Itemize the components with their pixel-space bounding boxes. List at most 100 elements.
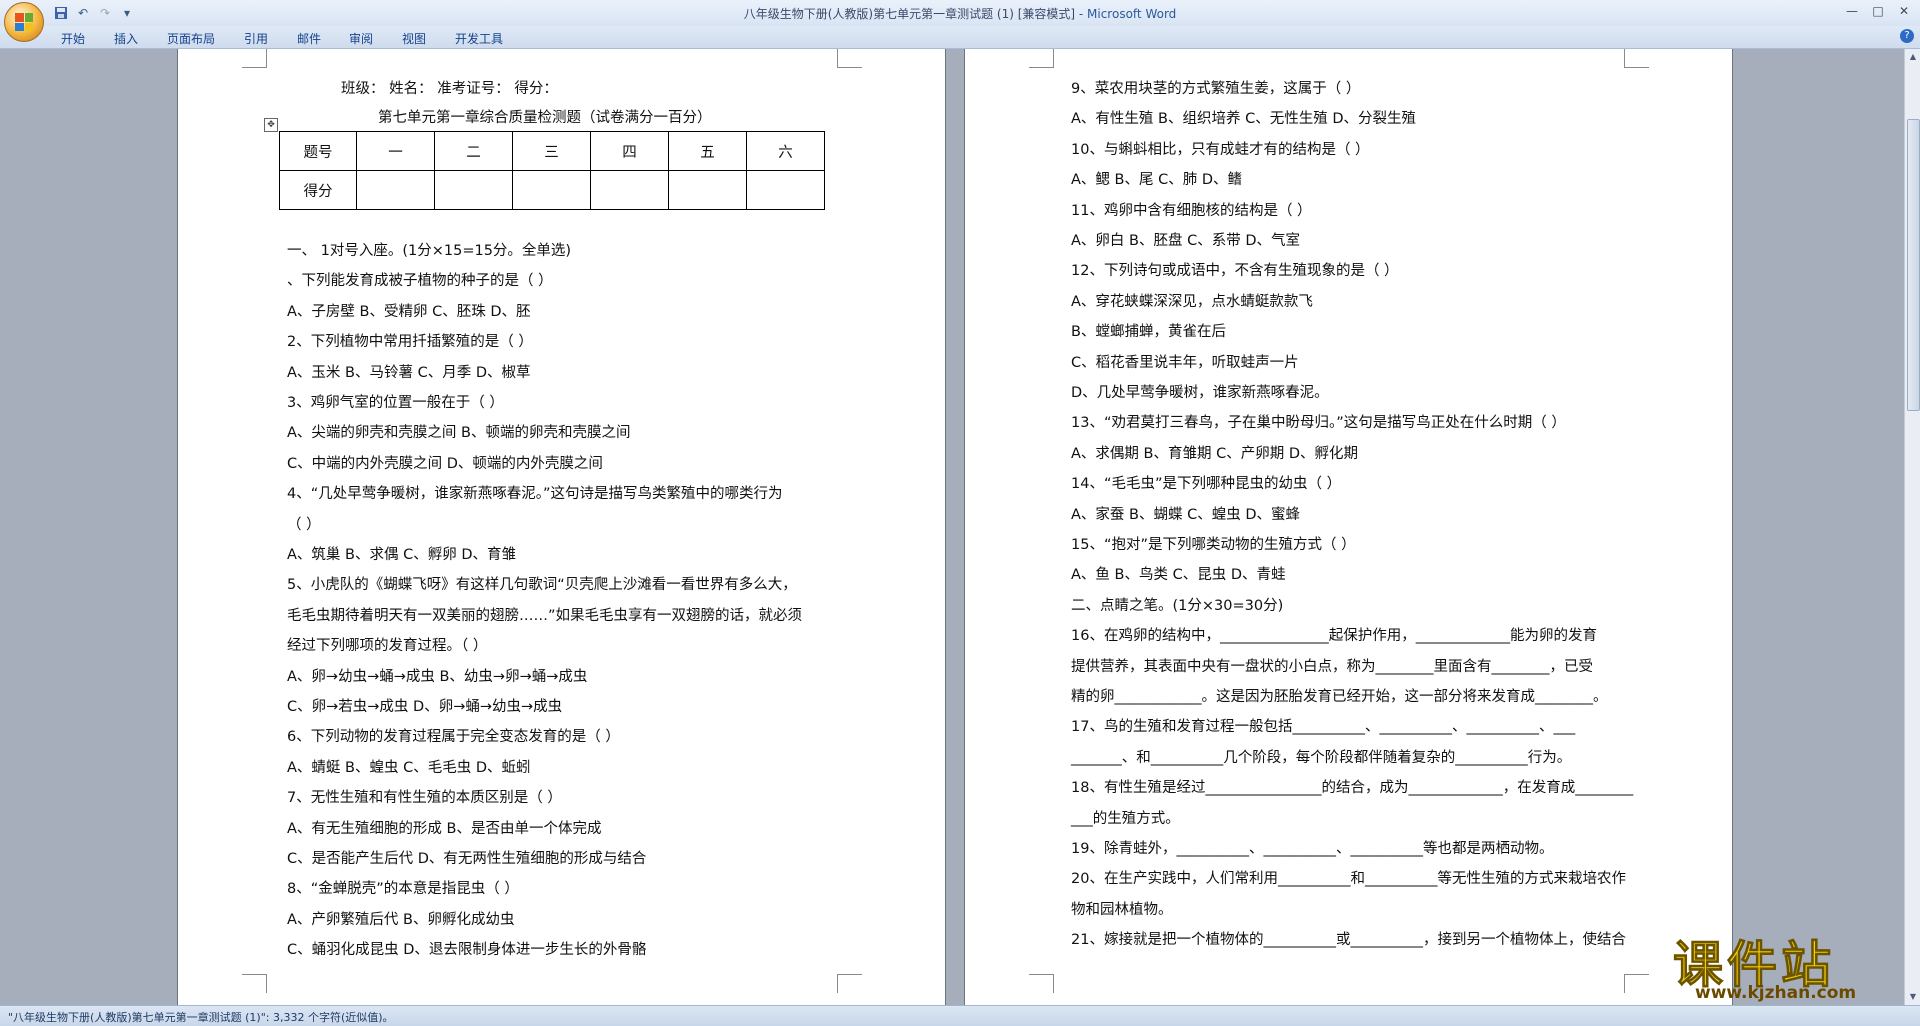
text-line: A、玉米 B、马铃薯 C、月季 D、椒草 — [287, 364, 531, 381]
text-line: _______、和__________几个阶段，每个阶段都伴随着复杂的_____… — [1071, 749, 1572, 766]
text-line: B、螳螂捕蝉，黄雀在后 — [1071, 324, 1226, 341]
table-cell[interactable] — [746, 170, 825, 210]
minimize-button[interactable]: — — [1840, 2, 1864, 20]
scrollbar-thumb[interactable] — [1907, 119, 1920, 411]
text-line: 毛毛虫期待着明天有一双美丽的翅膀……”如果毛毛虫享有一双翅膀的话，就必须 — [287, 607, 803, 624]
table-cell[interactable]: 六 — [746, 131, 825, 171]
scroll-up-icon[interactable]: ▲ — [1907, 51, 1919, 63]
text-line: A、子房壁 B、受精卵 C、胚珠 D、胚 — [287, 303, 531, 320]
quick-access-toolbar: ↶ ↷ ▾ — [52, 4, 136, 22]
text-line: 12、下列诗句或成语中，不含有生殖现象的是（ ） — [1071, 263, 1399, 280]
text-line: C、蛹羽化成昆虫 D、退去限制身体进一步生长的外骨骼 — [287, 942, 647, 959]
text-line: C、稻花香里说丰年，听取蛙声一片 — [1071, 354, 1299, 371]
tab-references[interactable]: 引用 — [244, 30, 268, 47]
tab-insert[interactable]: 插入 — [114, 30, 138, 47]
tab-page-layout[interactable]: 页面布局 — [167, 30, 215, 47]
table-cell[interactable] — [356, 170, 435, 210]
help-icon[interactable]: ? — [1900, 29, 1914, 43]
text-line: 10、与蝌蚪相比，只有成蛙才有的结构是（ ） — [1071, 141, 1370, 158]
status-bar: "八年级生物下册(人教版)第七单元第一章测试题 (1)": 3,332 个字符(… — [0, 1005, 1920, 1026]
text-line: 6、下列动物的发育过程属于完全变态发育的是（ ） — [287, 729, 620, 746]
window-title: 八年级生物下册(人教版)第七单元第一章测试题 (1) [兼容模式] - Micr… — [743, 7, 1177, 21]
text-line: 14、“毛毛虫”是下列哪种昆虫的幼虫（ ） — [1071, 476, 1342, 493]
header-line: 班级： 姓名： 准考证号： 得分： — [341, 81, 558, 97]
undo-icon[interactable]: ↶ — [74, 4, 92, 22]
table-move-handle-icon[interactable]: ✥ — [264, 118, 278, 132]
text-line: 物和园林植物。 — [1071, 901, 1173, 918]
text-line: 8、“金蝉脱壳”的本意是指昆虫（ ） — [287, 881, 519, 898]
text-line: A、鱼 B、鸟类 C、昆虫 D、青蛙 — [1071, 567, 1286, 584]
text-line: 3、鸡卵气室的位置一般在于（ ） — [287, 395, 504, 411]
maximize-button[interactable]: □ — [1866, 2, 1890, 20]
text-line: 13、“劝君莫打三春鸟，子在巢中盼母归。”这句是描写鸟正处在什么时期（ ） — [1071, 415, 1566, 432]
text-line: A、求偶期 B、育雏期 C、产卵期 D、孵化期 — [1071, 445, 1358, 462]
crop-mark — [1624, 49, 1649, 68]
text-line: 7、无性生殖和有性生殖的本质区别是（ ） — [287, 790, 562, 807]
table-cell[interactable]: 三 — [512, 131, 591, 171]
crop-mark — [1029, 974, 1054, 993]
text-line: 、下列能发育成被子植物的种子的是（ ） — [287, 273, 553, 290]
text-line: A、穿花蛱蝶深深见，点水蜻蜓款款飞 — [1071, 293, 1313, 310]
tab-home[interactable]: 开始 — [61, 30, 85, 47]
table-cell[interactable] — [590, 170, 669, 210]
text-line: 19、除青蛙外，__________、__________、__________… — [1071, 841, 1554, 857]
table-cell[interactable]: 得分 — [279, 170, 357, 210]
text-line: A、有性生殖 B、组织培养 C、无性生殖 D、分裂生殖 — [1071, 111, 1416, 128]
crop-mark — [1029, 49, 1054, 68]
text-line: A、尖端的卵壳和壳膜之间 B、顿端的卵壳和壳膜之间 — [287, 425, 631, 442]
crop-mark — [242, 49, 267, 68]
ribbon-tab-bar: 开始 插入 页面布局 引用 邮件 审阅 视图 开发工具 ? — [0, 26, 1920, 49]
status-text: "八年级生物下册(人教版)第七单元第一章测试题 (1)": 3,332 个字符(… — [8, 1011, 394, 1024]
text-line: ___的生殖方式。 — [1071, 810, 1180, 827]
text-line: A、产卵繁殖后代 B、卵孵化成幼虫 — [287, 911, 515, 928]
crop-mark — [1624, 974, 1649, 993]
customize-dropdown-icon[interactable]: ▾ — [118, 4, 136, 22]
text-line: 15、“抱对”是下列哪类动物的生殖方式（ ） — [1071, 537, 1356, 553]
text-line: 4、“几处早莺争暖树，谁家新燕啄春泥。”这句诗是描写鸟类繁殖中的哪类行为 — [287, 486, 783, 503]
site-watermark-logo: 课件站 www.kjzhan.com — [1665, 925, 1915, 1005]
table-cell[interactable]: 四 — [590, 131, 669, 171]
table-row: 得分 — [279, 170, 825, 210]
table-cell[interactable] — [512, 170, 591, 210]
text-line: D、几处早莺争暖树，谁家新燕啄春泥。 — [1071, 385, 1329, 401]
text-line: 9、菜农用块茎的方式繁殖生姜，这属于（ ） — [1071, 81, 1361, 97]
text-line: 精的卵____________。这是因为胚胎发育已经开始，这一部分将来发育成__… — [1071, 689, 1608, 705]
text-line: 17、鸟的生殖和发育过程一般包括__________、__________、__… — [1071, 719, 1576, 736]
text-line: A、家蚕 B、蝴蝶 C、蝗虫 D、蜜蜂 — [1071, 506, 1300, 523]
tab-mailings[interactable]: 邮件 — [297, 30, 321, 47]
table-cell[interactable]: 五 — [668, 131, 747, 171]
window-controls: — □ ✕ — [1840, 2, 1916, 20]
text-line: 提供营养，其表面中央有一盘状的小白点，称为________里面含有_______… — [1071, 658, 1593, 675]
text-line: 11、鸡卵中含有细胞核的结构是（ ） — [1071, 202, 1312, 219]
table-cell[interactable]: 一 — [356, 131, 435, 171]
text-line: C、是否能产生后代 D、有无两性生殖细胞的形成与结合 — [287, 851, 647, 867]
text-line: 二、点睛之笔。(1分×30=30分) — [1071, 597, 1284, 614]
text-line: A、鳃 B、尾 C、肺 D、鳍 — [1071, 172, 1242, 189]
table-cell[interactable] — [434, 170, 513, 210]
document-page-right[interactable] — [965, 49, 1732, 1005]
close-button[interactable]: ✕ — [1892, 2, 1916, 20]
tab-developer[interactable]: 开发工具 — [455, 30, 503, 47]
title-bar: 八年级生物下册(人教版)第七单元第一章测试题 (1) [兼容模式] - Micr… — [0, 0, 1920, 27]
redo-icon[interactable]: ↷ — [96, 4, 114, 22]
table-row: 题号 一 二 三 四 五 六 — [279, 131, 825, 171]
crop-mark — [837, 974, 862, 993]
table-cell[interactable] — [668, 170, 747, 210]
crop-mark — [837, 49, 862, 68]
save-icon[interactable] — [52, 4, 70, 22]
vertical-scrollbar[interactable]: ▲ ▼ — [1904, 49, 1920, 1005]
text-line: （ ） — [287, 516, 321, 533]
table-cell[interactable]: 题号 — [279, 131, 357, 171]
text-line: A、卵→幼虫→蛹→成虫 B、幼虫→卵→蛹→成虫 — [287, 668, 588, 685]
office-button[interactable] — [4, 2, 44, 42]
table-cell[interactable]: 二 — [434, 131, 513, 171]
text-line: 18、有性生殖是经过________________的结合，成为________… — [1071, 780, 1634, 797]
text-line: 5、小虎队的《蝴蝶飞呀》有这样几句歌词“贝壳爬上沙滩看一看世界有多么大， — [287, 577, 797, 594]
text-line: 2、下列植物中常用扦插繁殖的是（ ） — [287, 334, 533, 351]
tab-review[interactable]: 审阅 — [349, 30, 373, 47]
text-line: 一、 1对号入座。(1分×15=15分。全单选) — [287, 243, 572, 259]
page-title: 第七单元第一章综合质量检测题（试卷满分一百分） — [378, 110, 712, 126]
text-line: 经过下列哪项的发育过程。（ ） — [287, 638, 488, 655]
watermark-url: www.kjzhan.com — [1695, 983, 1857, 1003]
tab-view[interactable]: 视图 — [402, 30, 426, 47]
